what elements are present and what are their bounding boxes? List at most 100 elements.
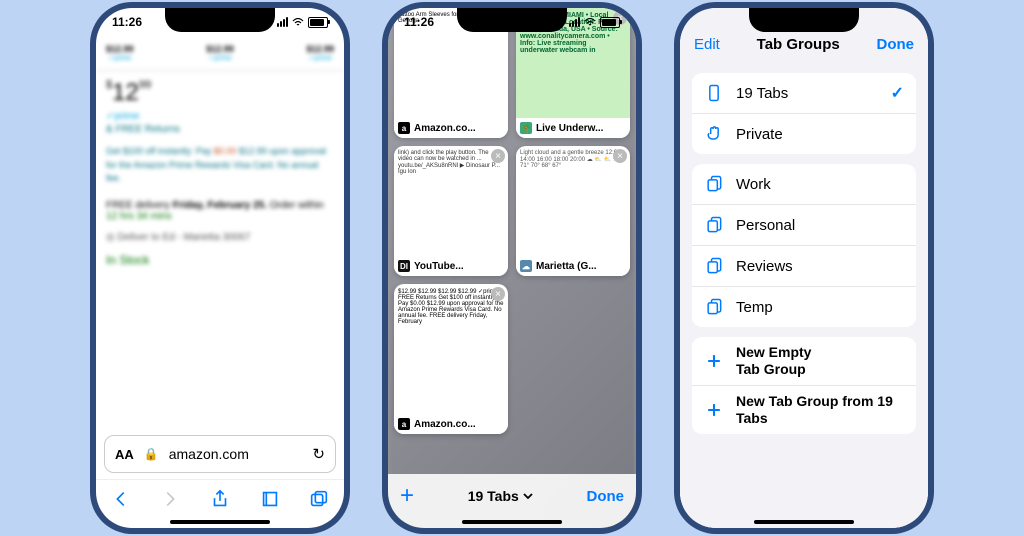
favicon: ☁: [520, 260, 532, 272]
prime-badge: ✓prime: [206, 54, 234, 62]
tab-group-row[interactable]: New Tab Group from 19 Tabs: [692, 386, 916, 434]
phone-3: WEBCAM IN MIAMI Edit Tab Groups Done 19 …: [674, 2, 934, 534]
tab-title: Amazon.co...: [414, 123, 476, 134]
prime-badge: ✓prime: [106, 111, 334, 122]
text-size-button[interactable]: AA: [115, 447, 134, 462]
edit-button[interactable]: Edit: [694, 36, 720, 53]
battery-icon: [308, 17, 328, 28]
close-tab-button[interactable]: ×: [613, 149, 627, 163]
phone-1: 11:26 $12.99✓prime $12.99✓prime $12.99✓p…: [90, 2, 350, 534]
address-bar[interactable]: AA 🔒 amazon.com ↻: [104, 435, 336, 473]
status-time: 11:26: [404, 15, 434, 29]
chevron-down-icon: [523, 491, 533, 501]
signal-icon: [569, 17, 580, 27]
favicon: DI: [398, 260, 410, 272]
tab-label: a Amazon.co...: [394, 414, 508, 434]
close-tab-button[interactable]: ×: [491, 287, 505, 301]
row-label: New Tab Group from 19 Tabs: [736, 393, 904, 427]
hand-icon: [704, 124, 724, 144]
close-tab-button[interactable]: ×: [491, 149, 505, 163]
wifi-icon: [292, 18, 304, 27]
price-whole: 12: [112, 79, 139, 106]
copy-icon: [704, 297, 724, 317]
plus-icon: [704, 400, 724, 420]
tab-group-selector[interactable]: 19 Tabs: [468, 488, 533, 504]
signal-icon: [277, 17, 288, 27]
prime-badge: ✓prime: [106, 54, 134, 62]
copy-icon: [704, 174, 724, 194]
tab-group-list-actions: New EmptyTab Group New Tab Group from 19 …: [692, 337, 916, 434]
home-indicator[interactable]: [462, 520, 562, 524]
tabs-button[interactable]: [308, 488, 330, 510]
tab-group-row[interactable]: Personal: [692, 205, 916, 246]
tab-groups-sheet: Edit Tab Groups Done 19 Tabs ✓ Private Wor…: [680, 26, 928, 528]
price-cents: 99: [139, 79, 151, 91]
copy-icon: [704, 256, 724, 276]
row-label: Private: [736, 126, 904, 143]
row-label: Reviews: [736, 258, 904, 275]
tab-tile[interactable]: ×link) and click the play button. The vi…: [394, 146, 508, 276]
back-button[interactable]: [110, 488, 132, 510]
tab-switcher[interactable]: ×Tattoo Arm Sleeves for Man Sponsored Ge…: [388, 8, 636, 528]
phone-2: 11:26 ×Tattoo Arm Sleeves for Man Sponso…: [382, 2, 642, 534]
home-indicator[interactable]: [170, 520, 270, 524]
tab-group-row[interactable]: New EmptyTab Group: [692, 337, 916, 386]
small-price: $12.99: [306, 44, 334, 54]
notch: [457, 8, 567, 32]
new-tab-button[interactable]: +: [400, 482, 414, 510]
returns-link[interactable]: & FREE Returns: [106, 124, 334, 135]
tab-group-row[interactable]: Temp: [692, 287, 916, 327]
small-price: $12.99: [206, 44, 234, 54]
row-label: Work: [736, 176, 904, 193]
address-domain[interactable]: amazon.com: [169, 446, 303, 462]
tab-group-row[interactable]: Reviews: [692, 246, 916, 287]
favicon: a: [398, 122, 410, 134]
lock-icon: 🔒: [144, 447, 159, 461]
tab-group-row[interactable]: Work: [692, 164, 916, 205]
done-button[interactable]: Done: [587, 488, 625, 505]
done-button[interactable]: Done: [876, 36, 914, 53]
small-price: $12.99: [106, 44, 134, 54]
tab-tile[interactable]: ×$12.99 $12.99 $12.99 $12.99 ✓prime & FR…: [394, 284, 508, 434]
prime-badge: ✓prime: [306, 54, 334, 62]
tab-title: Marietta (G...: [536, 261, 597, 272]
tab-preview: $12.99 $12.99 $12.99 $12.99 ✓prime & FRE…: [394, 284, 508, 414]
tab-group-list-user: Work Personal Reviews Temp: [692, 164, 916, 327]
reload-button[interactable]: ↻: [312, 445, 325, 463]
notch: [749, 8, 859, 32]
favicon: 🌴: [520, 122, 532, 134]
plus-icon: [704, 351, 724, 371]
safari-page-content[interactable]: $12.99✓prime $12.99✓prime $12.99✓prime $…: [96, 36, 344, 435]
offer-text: Get $100 off instantly: Pay: [106, 146, 214, 156]
delivery-text: Order within: [267, 200, 324, 211]
tab-title: Amazon.co...: [414, 419, 476, 430]
sheet-title: Tab Groups: [757, 36, 840, 53]
bookmarks-button[interactable]: [259, 488, 281, 510]
status-time: 11:26: [112, 15, 142, 29]
favicon: a: [398, 418, 410, 430]
tab-tile[interactable]: ×Light cloud and a gentle breeze 12:00 1…: [516, 146, 630, 276]
forward-button[interactable]: [159, 488, 181, 510]
tab-group-list-system: 19 Tabs ✓ Private: [692, 73, 916, 154]
delivery-text: FREE delivery: [106, 200, 173, 211]
tab-label: ☁ Marietta (G...: [516, 256, 630, 276]
tab-group-row[interactable]: 19 Tabs ✓: [692, 73, 916, 114]
tab-label: DIYouTube...: [394, 256, 508, 276]
copy-icon: [704, 215, 724, 235]
tab-title: Live Underw...: [536, 123, 603, 134]
tab-label: 🌴 Live Underw...: [516, 118, 630, 138]
share-button[interactable]: [209, 488, 231, 510]
tab-count-label: 19 Tabs: [468, 488, 519, 504]
check-icon: ✓: [891, 83, 904, 103]
home-indicator[interactable]: [754, 520, 854, 524]
tab-group-row[interactable]: Private: [692, 114, 916, 154]
battery-icon: [600, 17, 620, 28]
tab-label: a Amazon.co...: [394, 118, 508, 138]
wifi-icon: [584, 18, 596, 27]
deliver-location[interactable]: ◎ Deliver to Ed - Marietta 30067: [106, 232, 334, 243]
delivery-countdown: 12 hrs 34 mins: [106, 211, 172, 222]
row-label: New EmptyTab Group: [736, 344, 904, 378]
delivery-date: Friday, February 25.: [173, 200, 267, 211]
row-label: 19 Tabs: [736, 85, 879, 102]
row-label: Personal: [736, 217, 904, 234]
